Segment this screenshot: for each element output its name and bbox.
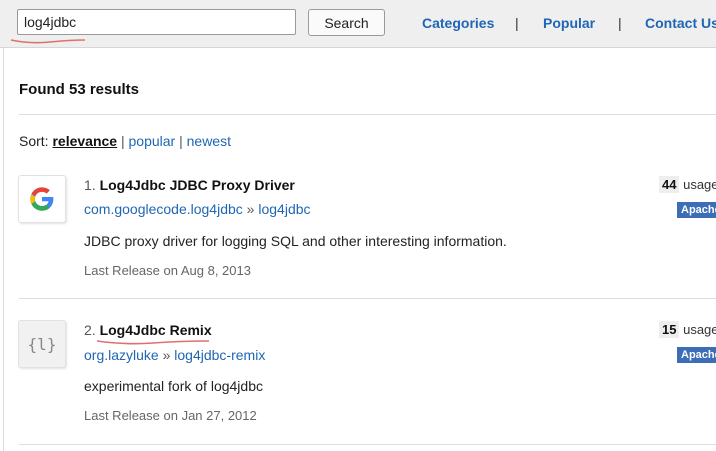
- divider: [19, 114, 716, 115]
- coordinate-separator: »: [246, 201, 255, 217]
- result-title-line: 2. Log4Jdbc Remix: [84, 322, 212, 338]
- result-title-link[interactable]: Log4Jdbc JDBC Proxy Driver: [100, 177, 295, 193]
- nav-categories[interactable]: Categories: [422, 15, 494, 31]
- result-description: experimental fork of log4jdbc: [84, 378, 263, 394]
- result-coordinates: com.googlecode.log4jdbc » log4jdbc: [84, 201, 311, 217]
- search-input[interactable]: [17, 9, 296, 35]
- nav-contact-us[interactable]: Contact Us: [645, 15, 716, 31]
- result-release: Last Release on Aug 8, 2013: [84, 263, 251, 278]
- usages-label: usages: [683, 177, 716, 192]
- divider: [19, 444, 716, 445]
- placeholder-logo-icon[interactable]: {l}: [18, 320, 66, 368]
- nav-popular[interactable]: Popular: [543, 15, 595, 31]
- result-title-link[interactable]: Log4Jdbc Remix: [100, 322, 212, 338]
- usages-number: 15: [659, 321, 680, 338]
- result-number: 2.: [84, 322, 96, 338]
- group-link[interactable]: org.lazyluke: [84, 347, 159, 363]
- sort-options: Sort: relevance | popular | newest: [19, 133, 231, 149]
- usages-count: 15 usages: [659, 321, 716, 338]
- nav-separator: |: [618, 15, 622, 31]
- google-g-icon: [30, 187, 54, 211]
- sort-separator: |: [120, 133, 125, 149]
- sort-label: Sort:: [19, 133, 49, 149]
- artifact-link[interactable]: log4jdbc: [258, 201, 310, 217]
- results-panel: Found 53 results Sort: relevance | popul…: [3, 48, 716, 451]
- sort-popular[interactable]: popular: [129, 133, 176, 149]
- top-bar: Search Categories | Popular | Contact Us: [0, 0, 716, 48]
- result-release: Last Release on Jan 27, 2012: [84, 408, 257, 423]
- coordinate-separator: »: [162, 347, 171, 363]
- sort-newest[interactable]: newest: [187, 133, 231, 149]
- spellcheck-underline: [96, 340, 210, 345]
- sort-relevance[interactable]: relevance: [52, 133, 117, 149]
- group-link[interactable]: com.googlecode.log4jdbc: [84, 201, 243, 217]
- artifact-link[interactable]: log4jdbc-remix: [174, 347, 265, 363]
- result-number: 1.: [84, 177, 96, 193]
- results-count: Found 53 results: [19, 81, 140, 98]
- usages-count: 44 usages: [659, 176, 716, 193]
- result-description: JDBC proxy driver for logging SQL and ot…: [84, 233, 507, 249]
- result-coordinates: org.lazyluke » log4jdbc-remix: [84, 347, 265, 363]
- logo-text: {l}: [27, 334, 57, 354]
- divider: [19, 298, 716, 299]
- usages-number: 44: [659, 176, 680, 193]
- sort-separator: |: [179, 133, 183, 149]
- license-badge[interactable]: Apache: [677, 347, 716, 363]
- usages-label: usages: [683, 322, 716, 337]
- result-title-line: 1. Log4Jdbc JDBC Proxy Driver: [84, 177, 295, 193]
- spellcheck-underline: [10, 39, 86, 44]
- google-logo-icon[interactable]: [18, 175, 66, 223]
- search-button[interactable]: Search: [308, 9, 385, 36]
- license-badge[interactable]: Apache: [677, 202, 716, 218]
- nav-separator: |: [515, 15, 519, 31]
